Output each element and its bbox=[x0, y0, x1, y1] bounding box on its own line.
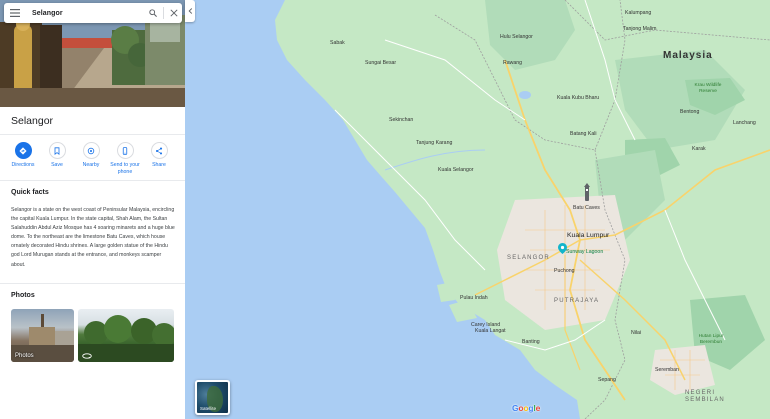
share-icon bbox=[155, 147, 163, 154]
action-buttons: Directions Save Nearby Send to your phon… bbox=[6, 142, 178, 176]
google-logo-letter: e bbox=[535, 403, 541, 413]
save-label: Save bbox=[51, 162, 63, 168]
collapse-panel-button[interactable] bbox=[185, 0, 195, 22]
street-view-thumbnail[interactable] bbox=[78, 309, 174, 362]
share-button[interactable]: Share bbox=[142, 142, 176, 176]
nearby-label: Nearby bbox=[82, 162, 100, 168]
town-label-pulau-indah: Pulau Indah bbox=[460, 295, 488, 301]
town-label-tanjung-karang: Tanjung Karang bbox=[416, 140, 453, 146]
bookmark-icon bbox=[54, 146, 60, 155]
town-label-rawang: Rawang bbox=[503, 60, 523, 66]
map-canvas[interactable]: Malaysia SELANGOR PUTRAJAYA NEGERI SEMBI… bbox=[185, 0, 770, 419]
town-label-seremban: Seremban bbox=[655, 367, 679, 373]
save-icon-circle bbox=[48, 142, 66, 159]
photos-heading: Photos bbox=[11, 292, 35, 299]
search-divider bbox=[163, 7, 164, 19]
island bbox=[437, 282, 455, 302]
batu-caves-landmark-icon[interactable] bbox=[583, 183, 591, 203]
town-label-sabak: Sabak bbox=[330, 40, 345, 46]
directions-icon bbox=[19, 146, 27, 155]
nearby-icon-circle bbox=[82, 142, 100, 159]
town-label-sepang: Sepang bbox=[598, 377, 616, 383]
poi-label-sunway-lagoon: Sunway Lagoon bbox=[566, 249, 604, 255]
directions-button[interactable]: Directions bbox=[6, 142, 40, 176]
quick-facts-heading: Quick facts bbox=[11, 189, 49, 196]
nearby-button[interactable]: Nearby bbox=[74, 142, 108, 176]
town-label-hulu-selangor: Hulu Selangor bbox=[500, 34, 533, 40]
chevron-left-icon bbox=[188, 8, 192, 14]
search-input[interactable]: Selangor bbox=[26, 10, 145, 17]
clear-search-button[interactable] bbox=[166, 3, 182, 23]
state-label-putrajaya: PUTRAJAYA bbox=[554, 298, 600, 304]
menu-button[interactable] bbox=[4, 3, 26, 23]
town-label-batang-kali: Batang Kali bbox=[570, 131, 597, 137]
share-icon-circle bbox=[150, 142, 168, 159]
google-logo: Google bbox=[512, 403, 540, 413]
park-label-krau: Krau Wildlife Reserve bbox=[694, 83, 722, 94]
phone-icon bbox=[122, 146, 128, 155]
town-label-nilai: Nilai bbox=[631, 330, 642, 336]
country-label: Malaysia bbox=[663, 50, 713, 61]
town-label-karak: Karak bbox=[692, 146, 706, 152]
town-label-tanjong-malim: Tanjong Malim bbox=[623, 26, 657, 32]
photo-illustration bbox=[78, 315, 174, 362]
hamburger-menu-icon bbox=[10, 9, 20, 17]
park-label-berembun: Hutan Lipur Berembun bbox=[698, 334, 724, 345]
side-panel: Selangor Selangor Directions Save Nearby… bbox=[0, 0, 185, 419]
nearby-icon bbox=[87, 147, 95, 154]
town-label-lanchang: Lanchang bbox=[733, 120, 756, 126]
town-label-bentong: Bentong bbox=[680, 109, 700, 115]
satellite-label: Satellite bbox=[200, 406, 217, 411]
city-label-kuala-lumpur: Kuala Lumpur bbox=[567, 232, 610, 239]
divider bbox=[0, 283, 185, 284]
town-label-batu-caves: Batu Caves bbox=[573, 205, 600, 211]
divider bbox=[0, 180, 185, 181]
quick-facts-text: Selangor is a state on the west coast of… bbox=[11, 207, 175, 268]
save-button[interactable]: Save bbox=[40, 142, 74, 176]
photo-thumbnail[interactable]: Photos bbox=[11, 309, 74, 362]
close-icon bbox=[170, 9, 178, 17]
town-label-banting: Banting bbox=[522, 339, 540, 345]
state-label-negeri-sembilan: NEGERI SEMBILAN bbox=[685, 390, 725, 403]
divider bbox=[0, 134, 185, 135]
satellite-layer-toggle[interactable]: Satellite bbox=[195, 380, 230, 415]
photos-label: Photos bbox=[15, 353, 34, 359]
town-label-sungai-besar: Sungai Besar bbox=[365, 60, 397, 66]
town-label-kuala-kubu-bharu: Kuala Kubu Bharu bbox=[557, 95, 600, 101]
map-illustration bbox=[275, 0, 770, 419]
sunway-lagoon-pin-icon[interactable] bbox=[558, 243, 567, 254]
directions-label: Directions bbox=[11, 162, 35, 168]
town-label-kalumpang: Kalumpang bbox=[625, 10, 652, 16]
search-button[interactable] bbox=[145, 3, 161, 23]
place-title: Selangor bbox=[11, 115, 54, 127]
search-icon bbox=[149, 9, 157, 17]
send-to-phone-button[interactable]: Send to your phone bbox=[108, 142, 142, 176]
state-label-selangor: SELANGOR bbox=[507, 255, 550, 261]
directions-icon-circle bbox=[14, 142, 32, 159]
send-to-phone-label: Send to your phone bbox=[110, 162, 140, 175]
send-to-phone-icon-circle bbox=[116, 142, 134, 159]
street-view-360-icon bbox=[82, 353, 92, 359]
town-label-sekinchan: Sekinchan bbox=[389, 117, 414, 123]
town-label-kuala-selangor: Kuala Selangor bbox=[438, 167, 474, 173]
search-box[interactable]: Selangor bbox=[4, 3, 182, 23]
share-label: Share bbox=[152, 162, 166, 168]
town-label-kuala-langat: Kuala Langat bbox=[475, 328, 506, 334]
lake bbox=[519, 91, 531, 99]
town-label-puchong: Puchong bbox=[554, 268, 575, 274]
